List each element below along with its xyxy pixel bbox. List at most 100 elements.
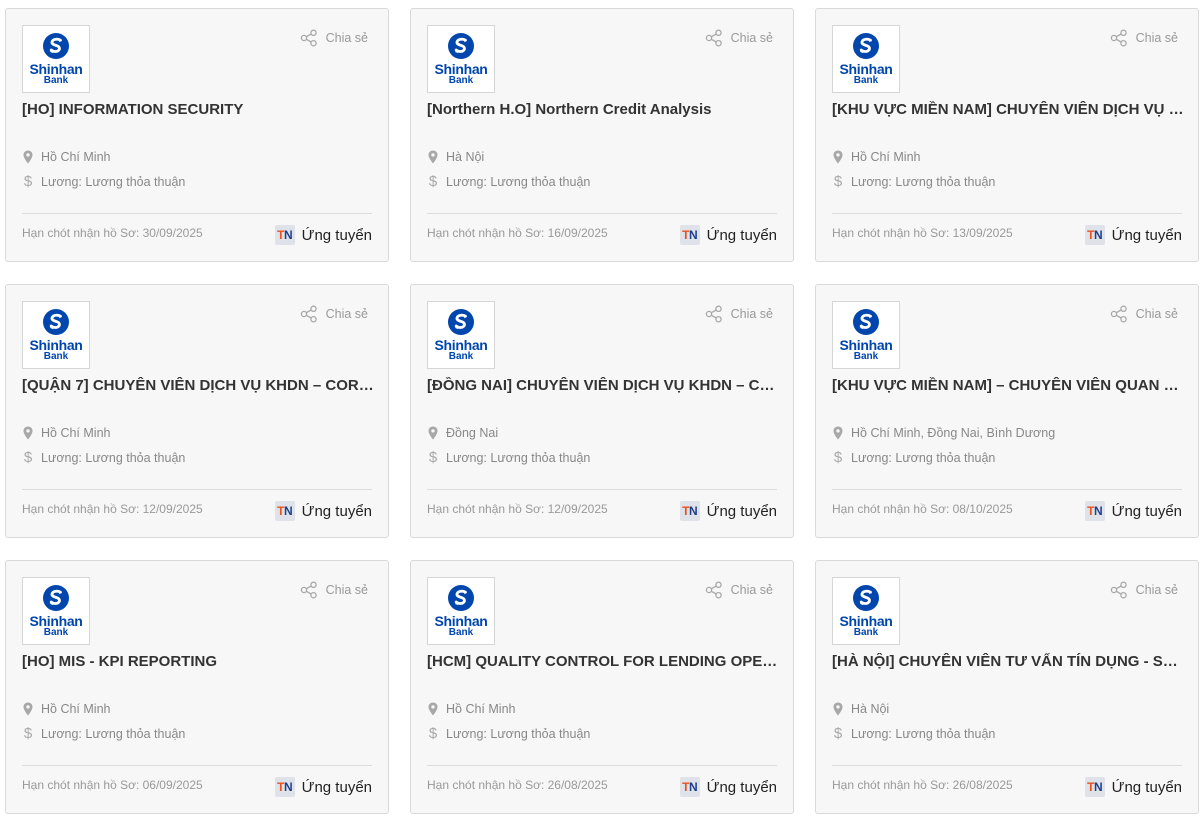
share-button[interactable]: Chia sẻ <box>705 581 773 599</box>
location-text: Hà Nội <box>446 150 485 164</box>
apply-button[interactable]: TN Ứng tuyển <box>1084 777 1182 797</box>
company-logo[interactable]: Shinhan Bank <box>427 577 495 645</box>
apply-label: Ứng tuyển <box>706 226 777 244</box>
job-card-4[interactable]: Shinhan Bank Chia sẻ [QUẬN 7] CHUYÊN VIÊ… <box>5 284 389 538</box>
job-title[interactable]: [ĐỒNG NAI] CHUYÊN VIÊN DỊCH VỤ KHDN – CO… <box>427 377 779 394</box>
shinhan-logo-icon <box>853 309 879 335</box>
logo-brand-text: Shinhan <box>29 613 83 629</box>
share-icon <box>705 305 722 323</box>
share-button[interactable]: Chia sẻ <box>1110 581 1178 599</box>
apply-button[interactable]: TN Ứng tuyển <box>679 225 777 245</box>
job-card-6[interactable]: Shinhan Bank Chia sẻ [KHU VỰC MIỀN NAM] … <box>815 284 1199 538</box>
share-button[interactable]: Chia sẻ <box>300 305 368 323</box>
job-title[interactable]: [Northern H.O] Northern Credit Analysis <box>427 101 779 118</box>
company-logo[interactable]: Shinhan Bank <box>427 25 495 93</box>
job-salary: $ Lương: Lương thỏa thuận <box>832 450 1184 465</box>
apply-button[interactable]: TN Ứng tuyển <box>679 777 777 797</box>
map-pin-icon <box>427 150 439 164</box>
share-icon <box>705 29 722 47</box>
job-salary: $ Lương: Lương thỏa thuận <box>832 174 1184 189</box>
location-text: Hà Nội <box>851 702 890 716</box>
company-logo[interactable]: Shinhan Bank <box>22 25 90 93</box>
company-logo[interactable]: Shinhan Bank <box>22 301 90 369</box>
share-button[interactable]: Chia sẻ <box>1110 305 1178 323</box>
apply-button[interactable]: TN Ứng tuyển <box>1084 225 1182 245</box>
logo-sub-text: Bank <box>448 75 474 86</box>
company-logo[interactable]: Shinhan Bank <box>427 301 495 369</box>
share-label: Chia sẻ <box>730 31 773 45</box>
apply-button[interactable]: TN Ứng tuyển <box>274 225 372 245</box>
card-divider <box>22 765 372 766</box>
job-title[interactable]: [HO] INFORMATION SECURITY <box>22 101 374 118</box>
share-button[interactable]: Chia sẻ <box>300 29 368 47</box>
tn-logo-icon: TN <box>1084 777 1105 797</box>
job-title[interactable]: [HÀ NỘI] CHUYÊN VIÊN TƯ VẤN TÍN DỤNG - S… <box>832 653 1184 670</box>
logo-sub-text: Bank <box>43 351 69 362</box>
tn-logo-icon: TN <box>679 777 700 797</box>
apply-button[interactable]: TN Ứng tuyển <box>274 501 372 521</box>
card-divider <box>22 489 372 490</box>
shinhan-logo-icon <box>853 585 879 611</box>
map-pin-icon <box>22 702 34 716</box>
job-title[interactable]: [HO] MIS - KPI REPORTING <box>22 653 374 670</box>
dollar-icon: $ <box>428 174 438 189</box>
logo-brand-text: Shinhan <box>839 337 893 353</box>
job-deadline: Hạn chót nhận hồ Sơ: 06/09/2025 <box>22 778 203 792</box>
job-deadline: Hạn chót nhận hồ Sơ: 12/09/2025 <box>427 502 608 516</box>
job-salary: $ Lương: Lương thỏa thuận <box>22 174 374 189</box>
job-location: Hà Nội <box>427 150 779 164</box>
job-title[interactable]: [HCM] QUALITY CONTROL FOR LENDING OPERAT… <box>427 653 779 670</box>
dollar-icon: $ <box>23 450 33 465</box>
share-icon <box>1110 29 1127 47</box>
location-text: Hồ Chí Minh <box>41 702 111 716</box>
company-logo[interactable]: Shinhan Bank <box>832 25 900 93</box>
dollar-icon: $ <box>428 450 438 465</box>
logo-sub-text: Bank <box>448 351 474 362</box>
share-button[interactable]: Chia sẻ <box>300 581 368 599</box>
dollar-icon: $ <box>23 726 33 741</box>
job-card-3[interactable]: Shinhan Bank Chia sẻ [KHU VỰC MIỀN NAM] … <box>815 8 1199 262</box>
share-button[interactable]: Chia sẻ <box>705 29 773 47</box>
job-salary: $ Lương: Lương thỏa thuận <box>22 726 374 741</box>
share-label: Chia sẻ <box>1135 583 1178 597</box>
salary-text: Lương: Lương thỏa thuận <box>851 174 996 189</box>
logo-sub-text: Bank <box>43 75 69 86</box>
apply-label: Ứng tuyển <box>301 778 372 796</box>
job-card-9[interactable]: Shinhan Bank Chia sẻ [HÀ NỘI] CHUYÊN VIÊ… <box>815 560 1199 814</box>
company-logo[interactable]: Shinhan Bank <box>832 577 900 645</box>
map-pin-icon <box>427 702 439 716</box>
logo-sub-text: Bank <box>853 627 879 638</box>
salary-text: Lương: Lương thỏa thuận <box>851 726 996 741</box>
apply-button[interactable]: TN Ứng tuyển <box>679 501 777 521</box>
job-salary: $ Lương: Lương thỏa thuận <box>427 726 779 741</box>
shinhan-logo-icon <box>853 33 879 59</box>
job-deadline: Hạn chót nhận hồ Sơ: 30/09/2025 <box>22 226 203 240</box>
share-button[interactable]: Chia sẻ <box>705 305 773 323</box>
job-card-5[interactable]: Shinhan Bank Chia sẻ [ĐỒNG NAI] CHUYÊN V… <box>410 284 794 538</box>
company-logo[interactable]: Shinhan Bank <box>832 301 900 369</box>
job-card-2[interactable]: Shinhan Bank Chia sẻ [Northern H.O] Nort… <box>410 8 794 262</box>
tn-logo-icon: TN <box>274 225 295 245</box>
share-icon <box>705 581 722 599</box>
apply-button[interactable]: TN Ứng tuyển <box>1084 501 1182 521</box>
job-deadline: Hạn chót nhận hồ Sơ: 08/10/2025 <box>832 502 1013 516</box>
apply-label: Ứng tuyển <box>301 226 372 244</box>
card-divider <box>427 213 777 214</box>
card-divider <box>832 765 1182 766</box>
job-deadline: Hạn chót nhận hồ Sơ: 26/08/2025 <box>427 778 608 792</box>
share-button[interactable]: Chia sẻ <box>1110 29 1178 47</box>
share-icon <box>300 581 317 599</box>
job-card-8[interactable]: Shinhan Bank Chia sẻ [HCM] QUALITY CONTR… <box>410 560 794 814</box>
apply-label: Ứng tuyển <box>1111 226 1182 244</box>
job-title[interactable]: [KHU VỰC MIỀN NAM] CHUYÊN VIÊN DỊCH VỤ K… <box>832 101 1184 118</box>
shinhan-logo-icon <box>448 585 474 611</box>
job-title[interactable]: [KHU VỰC MIỀN NAM] – CHUYÊN VIÊN QUAN HỆ… <box>832 377 1184 394</box>
company-logo[interactable]: Shinhan Bank <box>22 577 90 645</box>
job-card-7[interactable]: Shinhan Bank Chia sẻ [HO] MIS - KPI REPO… <box>5 560 389 814</box>
apply-button[interactable]: TN Ứng tuyển <box>274 777 372 797</box>
job-card-1[interactable]: Shinhan Bank Chia sẻ [HO] INFORMATION SE… <box>5 8 389 262</box>
salary-text: Lương: Lương thỏa thuận <box>41 726 186 741</box>
job-title[interactable]: [QUẬN 7] CHUYÊN VIÊN DỊCH VỤ KHDN – CORP… <box>22 377 374 394</box>
dollar-icon: $ <box>23 174 33 189</box>
location-text: Hồ Chí Minh, Đồng Nai, Bình Dương <box>851 426 1056 440</box>
